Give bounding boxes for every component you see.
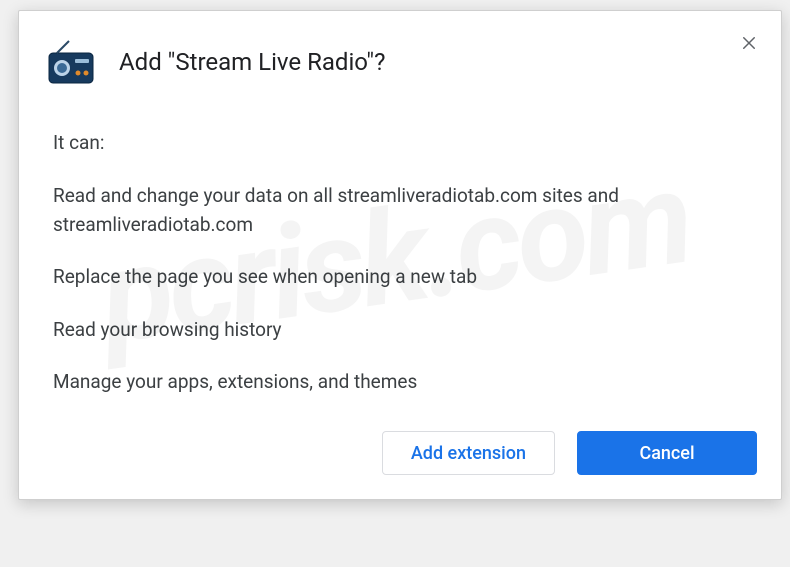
dialog-title: Add "Stream Live Radio"? xyxy=(119,47,385,78)
permission-item: Read and change your data on all streaml… xyxy=(53,182,741,239)
permission-item: Read your browsing history xyxy=(53,316,741,345)
dialog-header: Add "Stream Live Radio"? xyxy=(39,39,761,87)
dialog-actions: Add extension Cancel xyxy=(382,431,757,475)
permission-item: Manage your apps, extensions, and themes xyxy=(53,368,741,397)
permission-item: Replace the page you see when opening a … xyxy=(53,263,741,292)
radio-icon xyxy=(47,39,95,87)
extension-icon xyxy=(47,39,95,87)
dialog-body: It can: Read and change your data on all… xyxy=(39,131,761,397)
extension-install-dialog: Add "Stream Live Radio"? It can: Read an… xyxy=(18,10,782,500)
close-button[interactable] xyxy=(737,31,761,55)
permissions-intro: It can: xyxy=(53,131,741,154)
add-extension-button[interactable]: Add extension xyxy=(382,431,555,475)
close-icon xyxy=(740,34,758,52)
cancel-button[interactable]: Cancel xyxy=(577,431,757,475)
